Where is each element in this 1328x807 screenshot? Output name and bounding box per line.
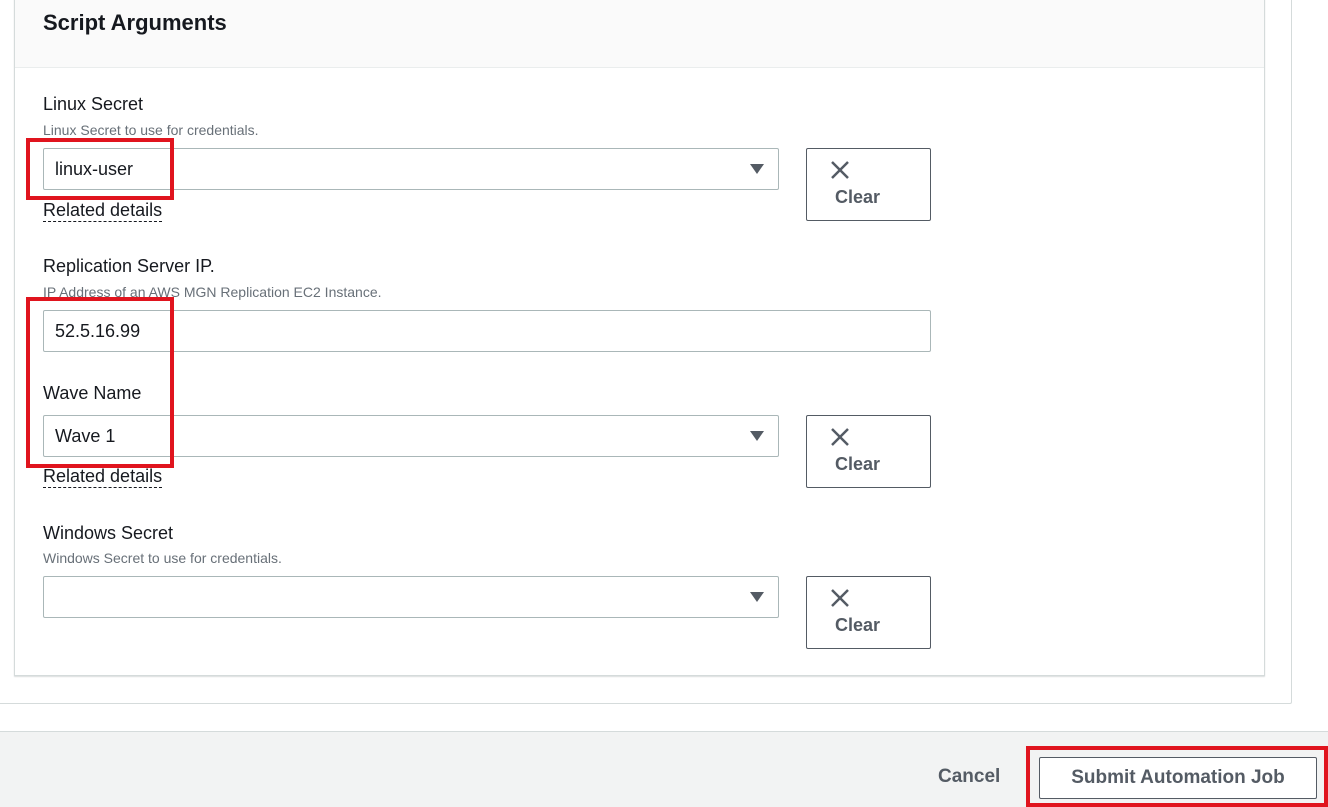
- windows-secret-label: Windows Secret: [43, 523, 174, 543]
- highlight-ip-and-wave: [26, 297, 174, 468]
- wave-name-clear-button[interactable]: Clear: [806, 415, 931, 488]
- highlight-linux-secret: [26, 138, 174, 200]
- clear-label: Clear: [835, 454, 881, 474]
- windows-secret-description: Windows Secret to use for credentials.: [43, 550, 282, 566]
- wave-name-related-details[interactable]: Related details: [43, 465, 163, 488]
- caret-down-icon: [750, 592, 764, 602]
- clear-label: Clear: [835, 615, 881, 635]
- close-x-icon: [831, 428, 849, 446]
- caret-down-icon: [750, 431, 764, 441]
- windows-secret-select[interactable]: [43, 576, 779, 618]
- panel-title: Script Arguments: [43, 10, 227, 35]
- replication-ip-input[interactable]: 52.5.16.99: [43, 310, 931, 352]
- linux-secret-description: Linux Secret to use for credentials.: [43, 122, 259, 138]
- linux-secret-related-details[interactable]: Related details: [43, 199, 163, 222]
- cancel-button[interactable]: Cancel: [938, 766, 1000, 788]
- close-x-icon: [831, 161, 849, 179]
- close-x-icon: [831, 589, 849, 607]
- panel-header: Script Arguments: [15, 0, 1264, 68]
- highlight-submit: [1026, 746, 1328, 807]
- linux-secret-clear-button[interactable]: Clear: [806, 148, 931, 221]
- clear-label: Clear: [835, 187, 881, 207]
- caret-down-icon: [750, 164, 764, 174]
- replication-ip-label: Replication Server IP.: [43, 256, 215, 276]
- linux-secret-label: Linux Secret: [43, 94, 144, 114]
- windows-secret-clear-button[interactable]: Clear: [806, 576, 931, 649]
